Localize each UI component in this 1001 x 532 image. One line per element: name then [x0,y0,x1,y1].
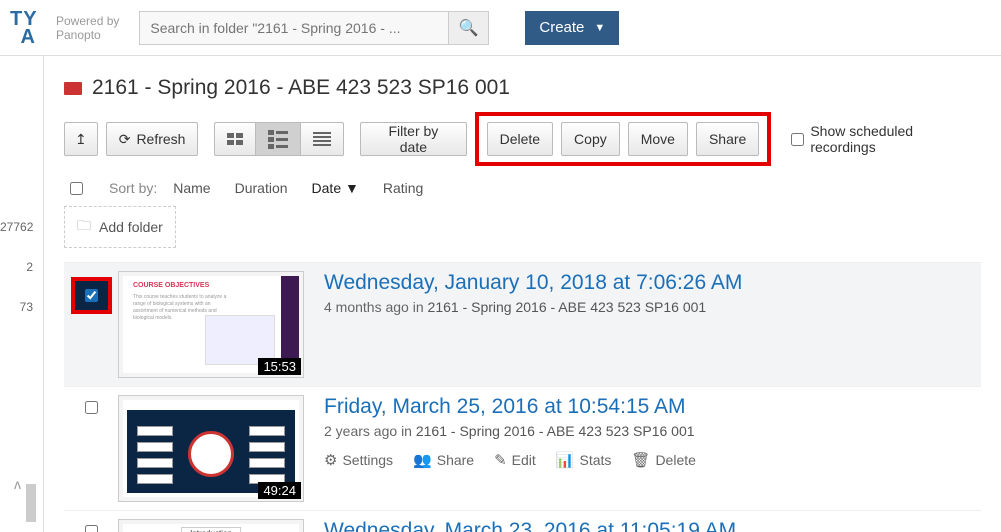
folder-path[interactable]: 2161 - Spring 2016 - ABE 423 523 SP16 00… [428,299,707,315]
powered-by-line2: Panopto [56,28,119,42]
add-folder-label: Add folder [99,219,163,235]
row-delete[interactable]: 🗑Delete [631,451,696,469]
sort-rating[interactable]: Rating [383,180,423,196]
search-icon: 🔍 [459,18,479,38]
main-area: 2161 - Spring 2016 - ABE 423 523 SP16 00… [44,56,1001,532]
age: 4 months ago [324,299,409,315]
trash-icon: 🗑 [631,451,650,469]
up-button[interactable]: ↥ [64,122,98,156]
refresh-label: Refresh [136,131,185,147]
row-checkbox[interactable] [85,289,98,302]
filter-by-date-button[interactable]: Filter by date [360,122,466,156]
recording-row: Introduction Wednesday, March 23, 2016 a… [64,510,981,532]
view-detail-button[interactable] [300,122,344,156]
add-folder-button[interactable]: 🗀 Add folder [64,206,176,248]
age: 2 years ago [324,423,397,439]
pencil-icon: ✎ [494,451,507,469]
chevron-up-icon[interactable]: ʌ [14,476,21,492]
sort-duration[interactable]: Duration [235,180,288,196]
row-checkbox[interactable] [85,525,98,532]
folder-title: 2161 - Spring 2016 - ABE 423 523 SP16 00… [92,76,510,100]
move-button[interactable]: Move [628,122,688,156]
toolbar: ↥ ⟳ Refresh Filter by date Delete Copy Mo… [64,112,981,166]
view-grid-button[interactable] [214,122,255,156]
chevron-down-icon: ▼ [594,22,605,34]
row-edit[interactable]: ✎Edit [494,451,536,469]
row-checkbox[interactable] [85,401,98,414]
add-folder-icon: 🗀 [77,215,91,239]
selection-actions-highlight: Delete Copy Move Share [475,112,772,166]
recording-meta: Friday, March 25, 2016 at 10:54:15 AM 2 … [304,395,696,502]
scroll-thumb[interactable] [26,484,36,522]
search: 🔍 [139,11,489,45]
grid-icon [227,133,243,145]
sort-date[interactable]: Date ▼ [312,180,359,196]
refresh-icon: ⟳ [119,131,131,148]
row-actions: ⚙Settings 👥Share ✎Edit 📊Stats 🗑Delete [324,451,696,469]
top-bar: TYA Powered by Panopto 🔍 Create ▼ [0,0,1001,56]
move-label: Move [641,131,675,147]
view-switcher [214,122,344,156]
duration-badge: 49:24 [258,482,301,499]
show-scheduled-checkbox[interactable] [791,133,804,146]
thumb-heading: COURSE OBJECTIVES [133,282,209,289]
folder-icon [64,82,82,95]
powered-by-line1: Powered by [56,14,119,28]
lines-icon [313,132,331,146]
refresh-button[interactable]: ⟳ Refresh [106,122,199,156]
share-label: Share [709,131,746,147]
create-label: Create [539,19,584,36]
gear-icon: ⚙ [324,451,337,469]
show-scheduled-label: Show scheduled recordings [810,123,981,155]
recording-meta: Wednesday, March 23, 2016 at 11:05:19 AM [304,519,736,532]
list-icon [268,130,288,149]
view-list-button[interactable] [255,122,300,156]
in-word: in [413,299,424,315]
rail-count-1: 27762 [0,216,43,238]
powered-by: Powered by Panopto [56,14,119,42]
row-share[interactable]: 👥Share [413,451,474,469]
recording-subtitle: 2 years ago in 2161 - Spring 2016 - ABE … [324,423,696,439]
recording-row: 49:24 Friday, March 25, 2016 at 10:54:15… [64,386,981,510]
in-word: in [401,423,412,439]
share-button[interactable]: Share [696,122,759,156]
copy-label: Copy [574,131,607,147]
recording-title-link[interactable]: Friday, March 25, 2016 at 10:54:15 AM [324,395,696,419]
show-scheduled[interactable]: Show scheduled recordings [791,123,981,155]
left-rail: 27762 2 73 ʌ [0,56,44,532]
row-checkbox-highlight [71,277,112,314]
filter-label: Filter by date [373,123,453,155]
thumb-label: Introduction [181,527,241,532]
rail-count-3: 73 [0,296,43,318]
up-arrow-icon: ↥ [75,131,87,148]
thumbnail[interactable]: Introduction [118,519,304,532]
stats-icon: 📊 [556,451,575,469]
sort-row: Sort by: Name Duration Date ▼ Rating [64,180,981,196]
select-all-checkbox[interactable] [70,182,83,195]
create-button[interactable]: Create ▼ [525,11,619,45]
brand-logo: TYA [10,10,40,46]
folder-path[interactable]: 2161 - Spring 2016 - ABE 423 523 SP16 00… [416,423,695,439]
sort-name[interactable]: Name [173,180,210,196]
sort-by-label: Sort by: [109,180,157,196]
rail-count-2: 2 [0,256,43,278]
search-button[interactable]: 🔍 [449,11,489,45]
thumbnail[interactable]: 49:24 [118,395,304,502]
folder-header: 2161 - Spring 2016 - ABE 423 523 SP16 00… [64,76,981,100]
row-stats[interactable]: 📊Stats [556,451,612,469]
recording-meta: Wednesday, January 10, 2018 at 7:06:26 A… [304,271,742,378]
copy-button[interactable]: Copy [561,122,620,156]
row-settings[interactable]: ⚙Settings [324,451,393,469]
recording-subtitle: 4 months ago in 2161 - Spring 2016 - ABE… [324,299,742,315]
duration-badge: 15:53 [258,358,301,375]
recording-row: COURSE OBJECTIVES This course teaches st… [64,262,981,386]
delete-label: Delete [500,131,540,147]
thumbnail[interactable]: COURSE OBJECTIVES This course teaches st… [118,271,304,378]
recording-title-link[interactable]: Wednesday, January 10, 2018 at 7:06:26 A… [324,271,742,295]
recording-title-link[interactable]: Wednesday, March 23, 2016 at 11:05:19 AM [324,519,736,532]
delete-button[interactable]: Delete [487,122,553,156]
share-icon: 👥 [413,451,432,469]
search-input[interactable] [139,11,449,45]
